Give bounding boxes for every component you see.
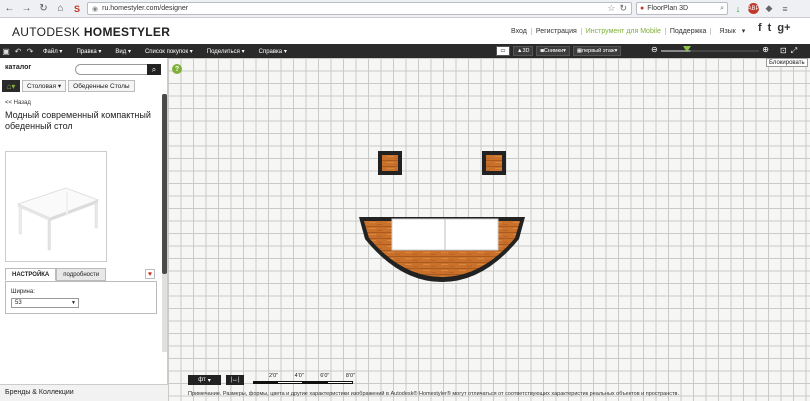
fit-view-icon[interactable]: ⊡ (780, 46, 787, 56)
browser-search-text: FloorPlan 3D (647, 5, 689, 12)
home-icon[interactable]: ⌂ (54, 2, 67, 15)
download-icon[interactable]: ↓ (732, 3, 744, 15)
menu-help[interactable]: Справка ▾ (252, 48, 294, 55)
canvas-bottom-controls: фт ▾ |↔| (188, 375, 244, 385)
width-label: Ширина: (11, 289, 35, 295)
menu-icon[interactable]: ≡ (779, 3, 791, 15)
catalog-search-button[interactable]: ⌕ (147, 64, 161, 75)
address-bar[interactable]: ◉ ru.homestyler.com/designer ☆ ↻ (87, 2, 632, 15)
scale-bar: 2'0" 4'0" 6'0" 8'0" (253, 373, 355, 385)
language-menu[interactable]: Язык ▾ (711, 27, 749, 35)
register-link[interactable]: Регистрация (532, 27, 582, 35)
tab-details[interactable]: подробности (56, 268, 107, 281)
product-thumbnail[interactable] (5, 151, 107, 262)
header-links: Вход Регистрация Инструмент для Mobile П… (507, 27, 749, 35)
disclaimer-note: Примечание. Размеры, формы, цвета и друг… (188, 391, 679, 397)
catalog-sidebar: каталог ⌕ ⌂ ▾ Столовая ▾ Обеденные Столы … (0, 58, 168, 401)
crumb-dining-room[interactable]: Столовая ▾ (22, 80, 67, 92)
home-icon: ⌂ (6, 81, 12, 91)
mobile-tool-link[interactable]: Инструмент для Mobile (582, 27, 666, 35)
zoom-slider[interactable]: ⊖ ⊕ (651, 45, 769, 56)
globe-icon: ◉ (92, 5, 99, 13)
2d-view-button[interactable]: ▭ (496, 46, 510, 56)
floorplan-drawing (359, 151, 525, 282)
twitter-icon[interactable]: t (768, 22, 772, 34)
new-file-icon[interactable]: ▣ (0, 46, 12, 56)
menu-shopping-list[interactable]: Список покупок ▾ (138, 48, 200, 55)
address-text: ru.homestyler.com/designer (102, 5, 189, 12)
measure-tool-button[interactable]: |↔| (226, 375, 244, 385)
google-plus-icon[interactable]: g+ (777, 22, 790, 34)
forward-arrow-icon[interactable]: → (20, 2, 33, 15)
brands-collections[interactable]: Бренды & Коллекции (0, 384, 168, 401)
scrollbar-thumb[interactable] (162, 94, 167, 274)
bookmark-star-icon[interactable]: ☆ (607, 3, 615, 14)
support-link[interactable]: Поддержка (666, 27, 712, 35)
scale-label: 2'0" (269, 373, 279, 379)
3d-view-button[interactable]: ▲ 3D (513, 46, 534, 56)
search-engine-icon: ● (640, 5, 645, 12)
site-header: AUTODESK HOMESTYLER Вход Регистрация Инс… (0, 19, 810, 44)
undo-icon[interactable]: ↶ (12, 46, 24, 56)
tab-settings[interactable]: НАСТРОЙКА (5, 268, 57, 281)
zoom-in-icon[interactable]: ⊕ (762, 45, 769, 54)
reload-page-icon[interactable]: ↻ (619, 3, 627, 14)
scale-label: 6'0" (320, 373, 330, 379)
breadcrumb: ⌂ ▾ Столовая ▾ Обеденные Столы (2, 80, 135, 92)
favorite-heart-icon[interactable]: ♥ (145, 269, 155, 279)
menu-file[interactable]: Файл ▾ (36, 48, 69, 55)
catalog-label: каталог (5, 64, 32, 71)
zoom-track (661, 50, 759, 52)
floor-select[interactable]: ▦ первый этаж ▾ (572, 46, 622, 56)
zoom-out-icon[interactable]: ⊖ (651, 45, 658, 54)
fullscreen-icon[interactable]: ⤢ (791, 46, 797, 56)
search-icon: ⌕ (151, 64, 157, 74)
scale-label: 4'0" (294, 373, 304, 379)
back-link[interactable]: << Назад (5, 100, 31, 106)
width-select[interactable]: 53 ▼ (11, 298, 79, 308)
menu-edit[interactable]: Правка ▾ (69, 48, 108, 55)
back-arrow-icon[interactable]: ← (3, 2, 16, 15)
login-link[interactable]: Вход (507, 27, 532, 35)
menu-view[interactable]: Вид ▾ (108, 48, 138, 55)
adblock-icon[interactable]: ABP (748, 3, 760, 14)
view-controls: ▭ ▲ 3D ◙ Снимки ▾ ▦ первый этаж ▾ (496, 46, 622, 56)
social-links: f t g+ (758, 22, 791, 34)
browser-search[interactable]: ● FloorPlan 3D ⌕ (636, 2, 728, 15)
extension-icon[interactable]: S (71, 3, 83, 15)
view-icons: ⊡ ⤢ (780, 46, 797, 56)
help-icon[interactable]: ? (172, 64, 182, 74)
snapshots-button[interactable]: ◙ Снимки ▾ (536, 46, 570, 56)
ruler-icon: |↔| (230, 377, 240, 383)
menu-share[interactable]: Поделиться ▾ (200, 48, 252, 55)
facebook-icon[interactable]: f (758, 22, 762, 34)
extension-icon-2[interactable]: ◆ (763, 3, 775, 15)
scale-labels: 2'0" 4'0" 6'0" 8'0" (269, 373, 355, 379)
scale-label: 8'0" (345, 373, 355, 379)
catalog-home-button[interactable]: ⌂ ▾ (2, 80, 20, 92)
table-image (16, 187, 100, 251)
product-title: Модный современный компактный обеденный … (5, 110, 151, 131)
chevron-down-icon: ▼ (71, 300, 76, 306)
browser-toolbar: ← → ↻ ⌂ S ◉ ru.homestyler.com/designer ☆… (0, 0, 810, 18)
sidebar-scrollbar[interactable] (162, 94, 167, 352)
search-icon[interactable]: ⌕ (720, 5, 724, 13)
reload-icon[interactable]: ↻ (37, 2, 50, 15)
floorplan-canvas[interactable] (168, 58, 810, 401)
product-tabs: НАСТРОЙКА подробности (5, 268, 107, 281)
zoom-knob[interactable] (683, 46, 691, 52)
redo-icon[interactable]: ↷ (24, 46, 36, 56)
settings-panel: Ширина: 53 ▼ (5, 281, 157, 314)
logo[interactable]: AUTODESK HOMESTYLER (12, 25, 170, 39)
tooltip: Блокировать (766, 58, 808, 67)
crumb-dining-tables[interactable]: Обеденные Столы (68, 80, 135, 92)
menu-bar: ▣ ↶ ↷ Файл ▾ Правка ▾ Вид ▾ Список покуп… (0, 44, 810, 58)
scale-segments (253, 381, 353, 384)
unit-select[interactable]: фт ▾ (188, 375, 221, 385)
